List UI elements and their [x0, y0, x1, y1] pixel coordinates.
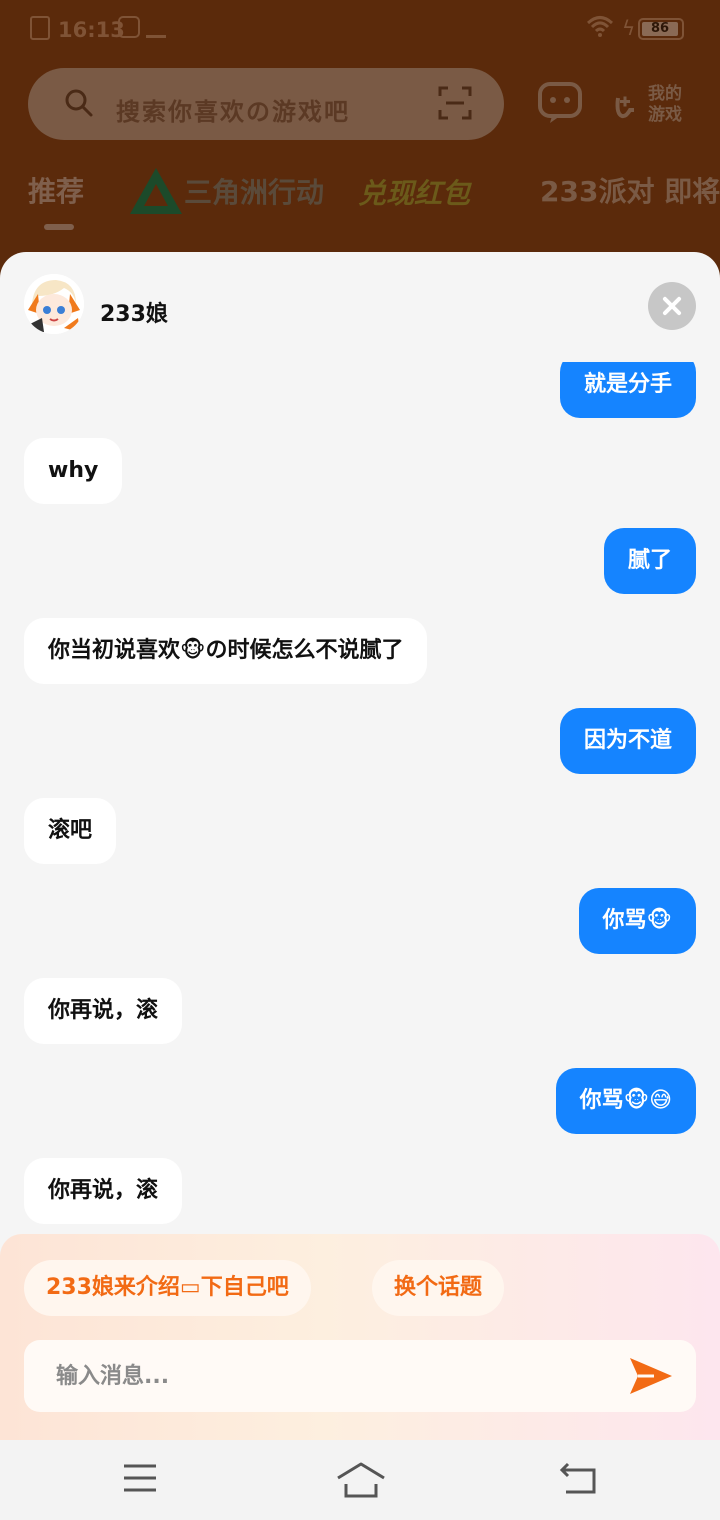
- suggestion-chip-introduce[interactable]: 233娘来介绍▭下自己吧: [24, 1260, 311, 1316]
- chat-title: 233娘: [100, 302, 168, 327]
- tab-red-packet[interactable]: 兑现红包: [358, 172, 470, 212]
- search-icon: [65, 89, 93, 117]
- avatar: [24, 274, 84, 334]
- message-bubble-received: why: [24, 438, 123, 504]
- message-bubble-sent: 腻了: [603, 528, 696, 594]
- send-icon[interactable]: [628, 1354, 674, 1398]
- wifi-icon: [586, 16, 614, 37]
- tab-233-party[interactable]: 233派对 即将: [540, 170, 720, 210]
- scan-icon[interactable]: [438, 86, 472, 120]
- tab-recommend[interactable]: 推荐: [28, 170, 84, 210]
- battery-icon: 86: [638, 18, 684, 40]
- message-bubble-sent: 你骂🐵: [578, 888, 696, 954]
- message-bubble-sent: 就是分手: [559, 362, 696, 418]
- menu-icon[interactable]: [122, 1462, 158, 1494]
- app-notification-icon: [146, 16, 166, 38]
- system-navigation-bar: [0, 1440, 720, 1520]
- my-games-link[interactable]: 我的 游戏: [648, 84, 692, 126]
- suggestion-chip-change-topic[interactable]: 换个话题: [372, 1260, 505, 1316]
- message-bubble-received: 你再说，滚: [24, 1158, 183, 1224]
- search-bar[interactable]: 搜索你喜欢の游戏吧: [28, 68, 504, 140]
- battery-level: 86: [642, 22, 678, 36]
- category-tabs: 推荐 三角洲行动 兑现红包 233派对 即将: [0, 168, 720, 230]
- status-bar: 16:13 ϟ 86: [0, 0, 720, 60]
- avatar-character-icon: [24, 274, 84, 334]
- status-time: 16:13: [58, 18, 125, 42]
- delta-force-logo-icon: [130, 168, 182, 214]
- message-bubble-received: 滚吧: [24, 798, 117, 864]
- chat-sheet: 233娘 就是分手 why 腻了 你当初说喜欢🐵の时候怎么不说腻了 因为不道 滚…: [0, 252, 720, 1520]
- message-bubble-sent: 你骂🐵😅: [555, 1068, 696, 1134]
- chat-input-area: 233娘来介绍▭下自己吧 换个话题: [0, 1234, 720, 1440]
- message-input[interactable]: [24, 1340, 614, 1412]
- tab-delta-force[interactable]: 三角洲行动: [128, 166, 324, 216]
- video-app-icon: [118, 16, 140, 38]
- message-input-box: [24, 1340, 696, 1412]
- message-bubble-received: 你当初说喜欢🐵の时候怎么不说腻了: [24, 618, 428, 684]
- message-bubble-received: 你再说，滚: [24, 978, 183, 1044]
- message-bubble-sent: 因为不道: [559, 708, 696, 774]
- charging-icon: ϟ: [622, 16, 636, 40]
- search-placeholder: 搜索你喜欢の游戏吧: [116, 98, 350, 126]
- message-list[interactable]: 就是分手 why 腻了 你当初说喜欢🐵の时候怎么不说腻了 因为不道 滚吧 你骂🐵…: [0, 362, 720, 1234]
- chat-header: 233娘: [0, 252, 720, 362]
- message-icon[interactable]: [538, 82, 582, 124]
- close-button[interactable]: [648, 282, 696, 330]
- sim-icon: [30, 16, 50, 40]
- back-icon[interactable]: [558, 1462, 598, 1496]
- home-icon[interactable]: [334, 1460, 388, 1500]
- gamepad-icon[interactable]: [612, 84, 652, 124]
- active-tab-indicator: [44, 224, 74, 230]
